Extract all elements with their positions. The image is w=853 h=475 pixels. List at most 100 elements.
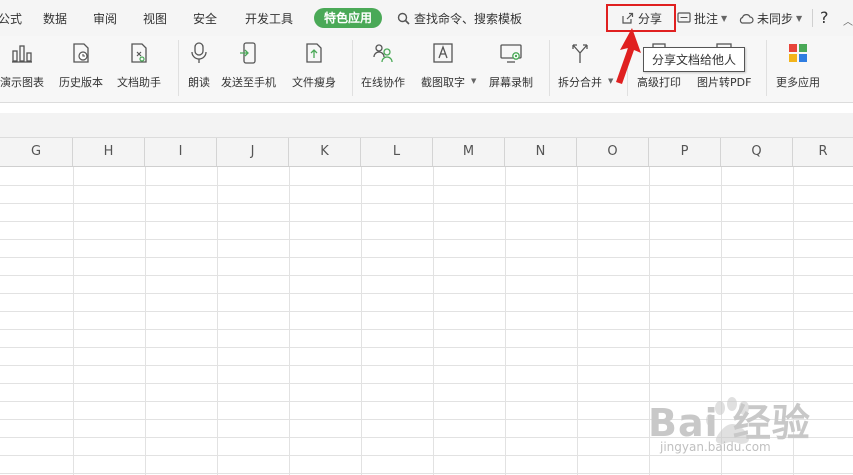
menu-bar: 公式 数据 审阅 视图 安全 开发工具 特色应用 查找命令、搜索模板 分享 批注… xyxy=(0,0,853,36)
tool-label: 发送至手机 xyxy=(221,76,276,89)
grid-row-line xyxy=(0,329,853,330)
chart-icon xyxy=(10,40,34,66)
column-header-g[interactable]: G xyxy=(0,138,73,166)
grid-row-line xyxy=(0,185,853,186)
tool-screen-record[interactable]: 屏幕录制 xyxy=(489,40,533,90)
formula-bar-area xyxy=(0,113,853,138)
column-header-i[interactable]: I xyxy=(145,138,217,166)
search-placeholder: 查找命令、搜索模板 xyxy=(414,12,523,26)
chevron-down-icon: ▼ xyxy=(796,14,803,23)
column-header-p[interactable]: P xyxy=(649,138,721,166)
menu-formula[interactable]: 公式 xyxy=(0,10,22,27)
tool-label: 文档助手 xyxy=(117,76,161,89)
collaboration-icon xyxy=(371,40,395,66)
microphone-icon xyxy=(187,40,211,66)
file-compress-icon xyxy=(302,40,326,66)
tool-online-collab[interactable]: 在线协作 xyxy=(361,40,405,90)
grid-row-line xyxy=(0,473,853,474)
menu-security[interactable]: 安全 xyxy=(193,10,217,27)
tool-label: 拆分合并 xyxy=(558,76,602,89)
grid-row-line xyxy=(0,203,853,204)
tool-label: 截图取字 xyxy=(421,76,465,89)
grid-row-line xyxy=(0,347,853,348)
tool-label: 历史版本 xyxy=(59,76,103,89)
grid-column-line xyxy=(145,167,146,475)
annotate-label: 批注 xyxy=(694,12,719,26)
watermark-url: jingyan.baidu.com xyxy=(660,440,771,454)
tool-label: 在线协作 xyxy=(361,76,405,89)
annotate-menu[interactable]: 批注 ▼ xyxy=(677,10,727,27)
command-search[interactable]: 查找命令、搜索模板 xyxy=(397,10,522,27)
column-header-h[interactable]: H xyxy=(73,138,145,166)
grid-row-line xyxy=(0,311,853,312)
ribbon-divider xyxy=(549,40,550,96)
apps-grid-icon xyxy=(786,40,810,66)
grid-column-line xyxy=(73,167,74,475)
column-header-l[interactable]: L xyxy=(361,138,433,166)
ribbon-divider xyxy=(766,40,767,96)
column-header-o[interactable]: O xyxy=(577,138,649,166)
ribbon-spacer xyxy=(0,103,853,113)
column-header-j[interactable]: J xyxy=(217,138,289,166)
tool-history-version[interactable]: 历史版本 xyxy=(59,40,103,90)
grid-row-line xyxy=(0,221,853,222)
tool-doc-assistant[interactable]: 文档助手 xyxy=(117,40,161,90)
sync-label: 未同步 xyxy=(757,12,794,26)
menu-developer[interactable]: 开发工具 xyxy=(245,10,293,27)
tool-label: 演示图表 xyxy=(0,76,44,89)
history-icon xyxy=(69,40,93,66)
doc-assistant-icon xyxy=(127,40,151,66)
column-header-row: G H I J K L M N O P Q R xyxy=(0,138,853,167)
help-button[interactable]: ? xyxy=(820,8,829,27)
chevron-down-icon: ▼ xyxy=(721,14,728,23)
column-header-r[interactable]: R xyxy=(793,138,853,166)
search-icon xyxy=(397,12,410,25)
menu-view[interactable]: 视图 xyxy=(143,10,167,27)
menu-data[interactable]: 数据 xyxy=(43,10,67,27)
ocr-icon xyxy=(431,40,455,66)
phone-icon xyxy=(237,40,261,66)
tool-file-slim[interactable]: 文件瘦身 xyxy=(292,40,336,90)
tool-label: 朗读 xyxy=(188,76,210,89)
tool-more-apps[interactable]: 更多应用 xyxy=(776,40,820,90)
menu-divider xyxy=(812,9,813,27)
comment-icon xyxy=(677,12,691,23)
grid-row-line xyxy=(0,365,853,366)
menu-review[interactable]: 审阅 xyxy=(93,10,117,27)
collapse-ribbon-icon[interactable]: ︿ xyxy=(843,13,853,28)
tool-screenshot-ocr[interactable]: 截图取字 ▼ xyxy=(421,40,476,90)
tool-label: 更多应用 xyxy=(776,76,820,89)
tool-send-to-phone[interactable]: 发送至手机 xyxy=(221,40,276,90)
tool-split-merge[interactable]: 拆分合并 ▼ xyxy=(558,40,613,90)
tool-label: 屏幕录制 xyxy=(489,76,533,89)
grid-row-line xyxy=(0,239,853,240)
grid-row-line xyxy=(0,257,853,258)
share-tooltip: 分享文档给他人 xyxy=(643,47,746,72)
grid-column-line xyxy=(361,167,362,475)
grid-row-line xyxy=(0,275,853,276)
grid-row-line xyxy=(0,383,853,384)
column-header-m[interactable]: M xyxy=(433,138,505,166)
column-header-q[interactable]: Q xyxy=(721,138,793,166)
column-header-n[interactable]: N xyxy=(505,138,577,166)
ribbon-divider xyxy=(178,40,179,96)
grid-column-line xyxy=(577,167,578,475)
screen-record-icon xyxy=(499,40,523,66)
watermark-text: Bai 经验 xyxy=(648,401,811,445)
grid-column-line xyxy=(289,167,290,475)
split-merge-icon xyxy=(568,40,592,66)
grid-row-line xyxy=(0,293,853,294)
chevron-down-icon: ▼ xyxy=(471,77,477,85)
menu-special-apps[interactable]: 特色应用 xyxy=(314,8,383,28)
grid-column-line xyxy=(433,167,434,475)
tool-read-aloud[interactable]: 朗读 xyxy=(187,40,211,90)
tool-label: 文件瘦身 xyxy=(292,76,336,89)
sync-menu[interactable]: 未同步 ▼ xyxy=(738,10,802,27)
ribbon-divider xyxy=(352,40,353,96)
grid-column-line xyxy=(217,167,218,475)
tool-label: 图片转PDF xyxy=(697,76,752,89)
cloud-icon xyxy=(739,13,754,24)
grid-column-line xyxy=(505,167,506,475)
column-header-k[interactable]: K xyxy=(289,138,361,166)
tool-demo-chart[interactable]: 演示图表 xyxy=(0,40,44,90)
